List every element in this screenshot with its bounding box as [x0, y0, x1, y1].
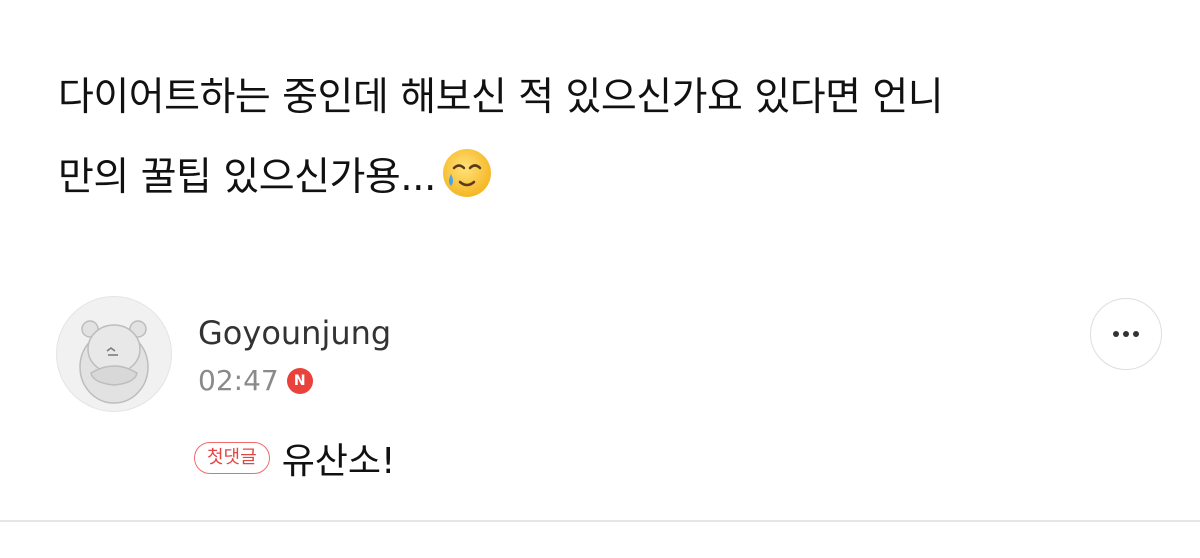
comment-meta: 02:47 N — [198, 364, 313, 397]
more-dots-icon — [1113, 331, 1139, 337]
post-text: 만의 꿀팁 있으신가용... — [58, 155, 436, 200]
first-comment-badge: 첫댓글 — [194, 442, 270, 474]
hamster-avatar-icon — [79, 320, 149, 404]
more-options-button[interactable] — [1090, 298, 1162, 370]
comment-content: 첫댓글 유산소! — [194, 432, 395, 484]
comment-item: Goyounjung 02:47 N 첫댓글 유산소! — [56, 296, 1166, 486]
comment-author[interactable]: Goyounjung — [198, 314, 391, 352]
post-text-line-1: 다이어트하는 중인데 해보신 적 있으신가요 있다면 언니 — [58, 75, 944, 120]
post-body: 다이어트하는 중인데 해보신 적 있으신가요 있다면 언니 만의 꿀팁 있으신가… — [58, 58, 1148, 218]
avatar[interactable] — [56, 296, 172, 412]
post-text-line-2: 만의 꿀팁 있으신가용... — [58, 138, 1148, 218]
comment-time: 02:47 — [198, 364, 279, 397]
comment-text: 유산소! — [281, 441, 396, 482]
new-badge: N — [286, 367, 313, 394]
divider — [0, 520, 1200, 522]
face-holding-back-tears-icon — [442, 149, 491, 197]
